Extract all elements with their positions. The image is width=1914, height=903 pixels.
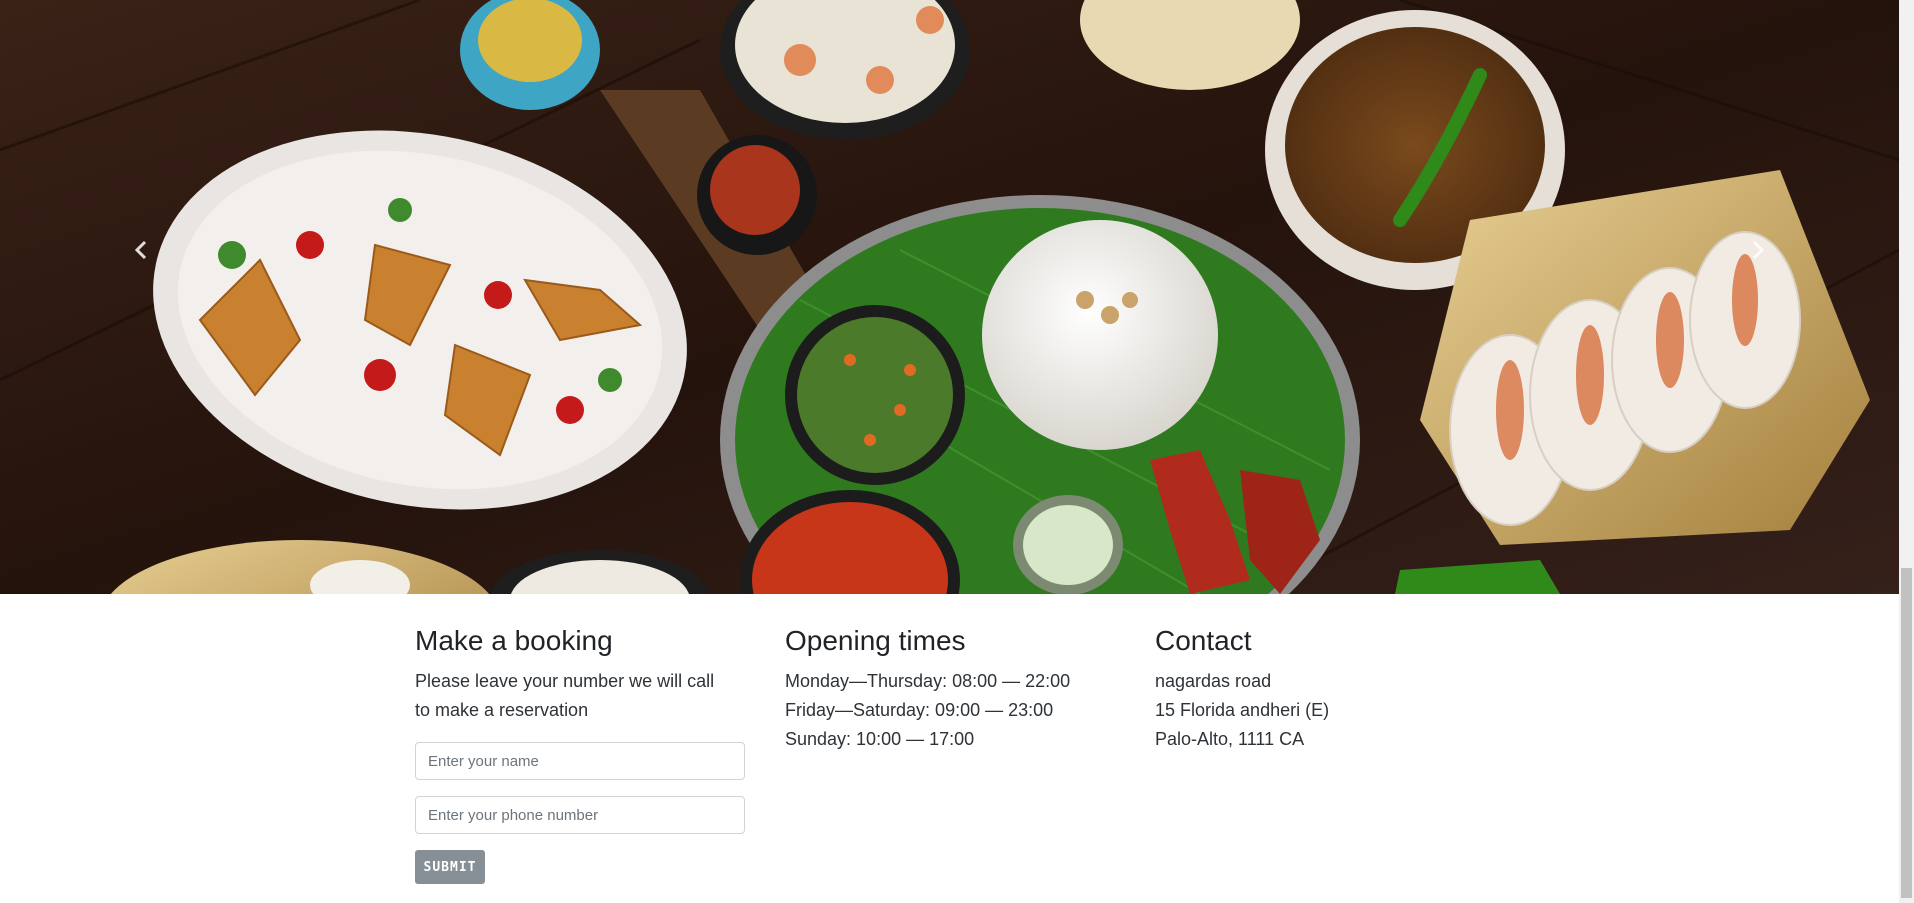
- contact-column: Contact nagardas road 15 Florida andheri…: [1155, 624, 1485, 754]
- chevron-right-icon: [1752, 240, 1765, 260]
- opening-times-column: Opening times Monday—Thursday: 08:00 — 2…: [785, 624, 1115, 754]
- hero-carousel: [0, 0, 1899, 594]
- name-input[interactable]: [415, 742, 745, 780]
- opening-times-title: Opening times: [785, 625, 966, 656]
- food-spread-image: [0, 0, 1899, 594]
- contact-address-line: Palo-Alto, 1111 CA: [1155, 729, 1305, 749]
- info-section: Make a booking Please leave your number …: [415, 624, 1525, 903]
- submit-button[interactable]: SUBMIT: [415, 850, 485, 884]
- booking-description-line: to make a reservation: [415, 700, 589, 720]
- scrollbar-thumb[interactable]: [1901, 568, 1912, 898]
- vertical-scrollbar[interactable]: [1899, 0, 1914, 903]
- booking-description-line: Please leave your number we will call: [415, 671, 715, 691]
- booking-title: Make a booking: [415, 625, 613, 656]
- contact-address-line: nagardas road: [1155, 671, 1272, 691]
- opening-times-line: Monday—Thursday: 08:00 — 22:00: [785, 671, 1071, 691]
- opening-times-line: Sunday: 10:00 — 17:00: [785, 729, 975, 749]
- carousel-prev-button[interactable]: [112, 220, 172, 280]
- page: Make a booking Please leave your number …: [0, 0, 1914, 903]
- opening-times-line: Friday—Saturday: 09:00 — 23:00: [785, 700, 1054, 720]
- phone-input[interactable]: [415, 796, 745, 834]
- contact-address-line: 15 Florida andheri (E): [1155, 700, 1330, 720]
- chevron-left-icon: [134, 240, 147, 260]
- booking-column: Make a booking Please leave your number …: [415, 624, 745, 884]
- contact-title: Contact: [1155, 625, 1252, 656]
- carousel-next-button[interactable]: [1727, 220, 1787, 280]
